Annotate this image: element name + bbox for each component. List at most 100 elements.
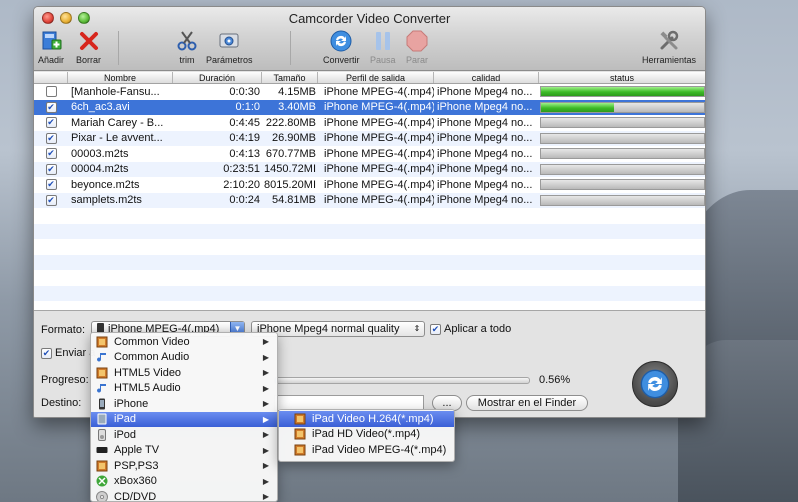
column-header-quality[interactable]: calidad xyxy=(434,72,539,83)
column-header-size[interactable]: Tamaño xyxy=(262,72,318,83)
file-name-cell: 00004.m2ts xyxy=(71,163,129,176)
file-name-cell: Pixar - Le avvent... xyxy=(71,132,163,145)
profile-cell: iPhone MPEG-4(.mp4) xyxy=(318,115,434,131)
chevron-right-icon: ▶ xyxy=(262,352,269,362)
row-checkbox[interactable]: ✔ xyxy=(45,148,57,160)
column-header-duration[interactable]: Duración xyxy=(173,72,262,83)
chevron-right-icon: ▶ xyxy=(262,461,269,471)
quality-cell: iPhone Mpeg4 no... xyxy=(437,194,533,207)
window-title: Camcorder Video Converter xyxy=(288,11,451,26)
destination-label: Destino: xyxy=(41,397,82,409)
size-cell: 54.81MB xyxy=(271,194,316,207)
convert-button[interactable]: Convertir xyxy=(323,29,360,65)
progress-percent: 0.56% xyxy=(539,374,571,386)
pause-icon xyxy=(371,29,395,53)
size-cell: 1450.72MI xyxy=(264,163,316,176)
ipod-icon xyxy=(95,428,109,441)
row-progress-bar xyxy=(540,86,705,98)
table-row[interactable]: ✔ samplets.m2ts 0:0:24 54.81MB iPhone MPEG-4… xyxy=(34,192,705,208)
row-checkbox[interactable]: ✔ xyxy=(45,179,57,191)
row-checkbox[interactable]: ✔ xyxy=(45,163,57,175)
params-button[interactable]: Parámetros xyxy=(206,29,253,65)
table-row[interactable]: ✔ 6ch_ac3.avi 0:1:0 3.40MB iPhone MPEG-4(.mp… xyxy=(34,99,705,115)
menu-item[interactable]: PSP,PS3 ▶ xyxy=(91,458,277,474)
profile-text: iPhone MPEG-4(.mp4) xyxy=(324,85,434,98)
status-cell xyxy=(539,131,705,147)
trim-button[interactable]: trim xyxy=(175,29,199,65)
profile-text: iPhone MPEG-4(.mp4) xyxy=(324,163,434,176)
format-dropdown-menu: Common Video ▶ Common Audio ▶ HTML5 Video ▶ HT… xyxy=(90,332,278,502)
menu-item[interactable]: Common Audio ▶ xyxy=(91,350,277,366)
table-row[interactable]: ✔ Pixar - Le avvent... 0:4:19 26.90MB iPhone… xyxy=(34,130,705,147)
column-header-status[interactable]: status xyxy=(539,72,705,83)
column-header-name[interactable]: Nombre xyxy=(68,72,173,83)
menu-item-label: xBox360 xyxy=(114,475,157,488)
stop-icon xyxy=(405,29,429,53)
music-note-icon xyxy=(95,382,109,394)
table-row[interactable]: ✔ beyonce.m2ts 2:10:20 8015.20MI iPhone MPEG… xyxy=(34,177,705,193)
menu-item-label: iPod xyxy=(114,428,137,441)
up-down-chevron-icon: ⇕ xyxy=(413,324,421,333)
pause-button[interactable]: Pausa xyxy=(370,29,396,65)
big-convert-button[interactable] xyxy=(632,361,678,407)
table-row[interactable]: ✔ Mariah Carey - B... 0:4:45 222.80MB iPhone… xyxy=(34,115,705,131)
film-icon xyxy=(95,460,109,472)
menu-item[interactable]: HTML5 Video ▶ xyxy=(91,365,277,381)
submenu-item[interactable]: iPad Video MPEG-4(*.mp4) xyxy=(279,442,454,458)
row-checkbox[interactable] xyxy=(45,86,57,98)
chevron-right-icon: ▶ xyxy=(262,399,269,409)
menu-item-label: Common Video xyxy=(114,335,190,348)
row-progress-bar xyxy=(540,117,705,129)
submenu-item[interactable]: iPad Video H.264(*.mp4) xyxy=(279,411,454,427)
red-x-icon xyxy=(77,29,101,53)
duration-cell: 0:1:0 xyxy=(235,101,260,114)
show-in-finder-button[interactable]: Mostrar en el Finder xyxy=(466,395,588,411)
column-header-profile[interactable]: Perfil de salida xyxy=(318,72,434,83)
stop-button[interactable]: Parar xyxy=(405,29,429,65)
scissors-icon xyxy=(175,29,199,53)
xbox-icon xyxy=(95,475,109,487)
menu-item[interactable]: Common Video ▶ xyxy=(91,334,277,350)
file-table-header: Nombre Duración Tamaño Perfil de salida … xyxy=(34,72,705,84)
menu-item[interactable]: iPhone ▶ xyxy=(91,396,277,412)
row-progress-fill xyxy=(541,102,615,112)
row-checkbox[interactable]: ✔ xyxy=(45,101,57,113)
format-label: Formato: xyxy=(41,324,86,336)
row-checkbox[interactable]: ✔ xyxy=(45,132,57,144)
duration-cell: 0:4:13 xyxy=(229,147,260,160)
profile-text: iPhone MPEG-4(.mp4) xyxy=(324,116,434,129)
menu-item[interactable]: Apple TV ▶ xyxy=(91,443,277,459)
tools-button[interactable]: Herramientas xyxy=(642,29,696,65)
film-icon xyxy=(95,336,109,348)
quality-cell: iPhone Mpeg4 no... xyxy=(437,178,533,191)
apply-all-checkbox[interactable]: ✔ Aplicar a todo xyxy=(430,323,511,335)
menu-item[interactable]: iPod ▶ xyxy=(91,427,277,443)
size-cell: 3.40MB xyxy=(278,101,316,114)
table-row[interactable]: [Manhole-Fansu... 0:0:30 4.15MB iPhone MPEG… xyxy=(34,84,705,100)
row-checkbox[interactable]: ✔ xyxy=(45,117,57,129)
file-name-cell: beyonce.m2ts xyxy=(71,178,140,191)
tablet-icon xyxy=(95,413,109,425)
ipad-submenu: iPad Video H.264(*.mp4) iPad HD Video(*.m… xyxy=(278,409,455,462)
chevron-right-icon: ▶ xyxy=(262,492,269,502)
file-table: [Manhole-Fansu... 0:0:30 4.15MB iPhone MPEG… xyxy=(34,84,705,310)
menu-item[interactable]: HTML5 Audio ▶ xyxy=(91,381,277,397)
table-row[interactable]: ✔ 00004.m2ts 0:23:51 1450.72MI iPhone MPEG-4… xyxy=(34,161,705,178)
table-row[interactable]: ✔ 00003.m2ts 0:4:13 670.77MB iPhone MPEG-4(.… xyxy=(34,146,705,162)
menu-item-label: HTML5 Audio xyxy=(114,382,181,395)
delete-button[interactable]: Borrar xyxy=(76,29,101,65)
send-to-checkbox[interactable]: ✔ Enviar a xyxy=(41,347,95,359)
profile-text: iPhone MPEG-4(.mp4) xyxy=(324,101,434,114)
checkbox-column-header[interactable] xyxy=(34,72,68,83)
menu-item[interactable]: xBox360 ▶ xyxy=(91,474,277,490)
menu-item[interactable]: CD/DVD ▶ xyxy=(91,489,277,502)
add-button[interactable]: Añadir xyxy=(38,29,64,65)
file-name-cell: Mariah Carey - B... xyxy=(71,116,164,129)
row-checkbox[interactable]: ✔ xyxy=(45,194,57,206)
add-file-icon xyxy=(39,29,63,53)
file-name-cell: [Manhole-Fansu... xyxy=(71,85,160,98)
menu-item[interactable]: iPad ▶ xyxy=(91,411,277,427)
submenu-item[interactable]: iPad HD Video(*.mp4) xyxy=(279,427,454,443)
menu-item-label: HTML5 Video xyxy=(114,366,182,379)
status-cell xyxy=(539,162,705,178)
